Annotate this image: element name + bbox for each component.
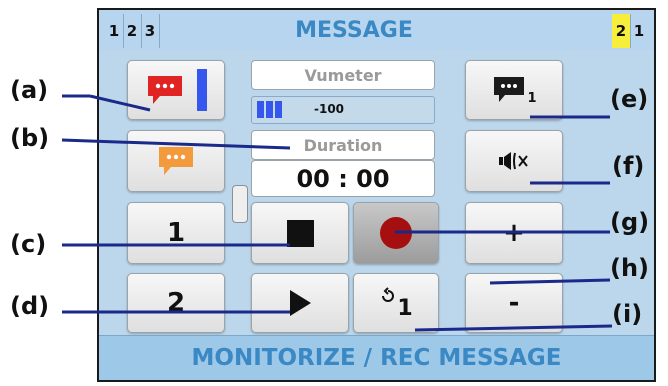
mute-button[interactable]: [465, 130, 563, 192]
scroll-handle[interactable]: [232, 185, 248, 223]
stop-icon: [286, 219, 314, 247]
chat-bubble-dark-icon: [494, 77, 525, 102]
duration-display: 00 : 00: [251, 160, 435, 197]
messages-count: 1: [527, 90, 537, 106]
vumeter-label: Vumeter: [304, 65, 382, 85]
message-1-button[interactable]: 1: [127, 202, 225, 264]
right-tab-1[interactable]: 1: [630, 14, 648, 48]
top-bar: 1 2 3 MESSAGE 2 1: [99, 10, 654, 50]
duration-label: Duration: [303, 135, 383, 155]
volume-down-button[interactable]: -: [465, 273, 563, 333]
callout-d: (d): [10, 292, 50, 320]
vumeter-level-bar: [257, 101, 264, 118]
device-screen: 1 2 3 MESSAGE 2 1 1 2 Vumeter -100 Durat…: [97, 8, 656, 382]
tab-2[interactable]: 2: [123, 14, 142, 48]
page-title: MESSAGE: [295, 18, 413, 43]
duration-label-box: Duration: [251, 130, 435, 160]
tab-1[interactable]: 1: [105, 14, 124, 48]
footer-title: MONITORIZE / REC MESSAGE: [191, 345, 562, 371]
callout-f: (f): [612, 152, 645, 180]
play-button[interactable]: [251, 273, 349, 333]
speaker-mute-icon: [499, 152, 528, 170]
callout-e: (e): [610, 85, 649, 113]
vumeter-value: -100: [314, 102, 345, 116]
vumeter-level-bar: [275, 101, 282, 118]
message-1-label: 1: [166, 218, 186, 248]
record-icon: [380, 217, 412, 249]
repeat-count: 1: [397, 295, 413, 321]
play-icon: [290, 290, 311, 316]
vumeter-display: -100: [251, 96, 435, 124]
vumeter-label-box: Vumeter: [251, 60, 435, 90]
message-2-label: 2: [166, 288, 186, 318]
duration-value: 00 : 00: [296, 164, 390, 193]
callout-h: (h): [610, 254, 650, 282]
callout-a: (a): [10, 76, 49, 104]
level-indicator-bar: [197, 69, 207, 111]
message-2-button[interactable]: 2: [127, 273, 225, 333]
repeat-icon: [382, 287, 395, 302]
vumeter-level-bar: [266, 101, 273, 118]
record-button[interactable]: [353, 202, 439, 264]
volume-up-button[interactable]: +: [465, 202, 563, 264]
repeat-button[interactable]: 1: [353, 273, 439, 333]
record-message-button[interactable]: [127, 60, 225, 120]
bottom-bar: MONITORIZE / REC MESSAGE: [99, 335, 654, 380]
tab-3[interactable]: 3: [141, 14, 160, 48]
stop-button[interactable]: [251, 202, 349, 264]
volume-down-label: -: [508, 288, 520, 318]
chat-bubble-orange-icon: [159, 147, 193, 175]
callout-b: (b): [10, 124, 50, 152]
message-orange-button[interactable]: [127, 130, 225, 192]
messages-list-button[interactable]: 1: [465, 60, 563, 120]
callout-g: (g): [610, 208, 650, 236]
right-tab-2[interactable]: 2: [612, 14, 631, 48]
callout-c: (c): [10, 230, 47, 258]
volume-up-label: +: [503, 218, 525, 248]
callout-i: (i): [612, 300, 643, 328]
chat-bubble-red-icon: [148, 76, 182, 104]
